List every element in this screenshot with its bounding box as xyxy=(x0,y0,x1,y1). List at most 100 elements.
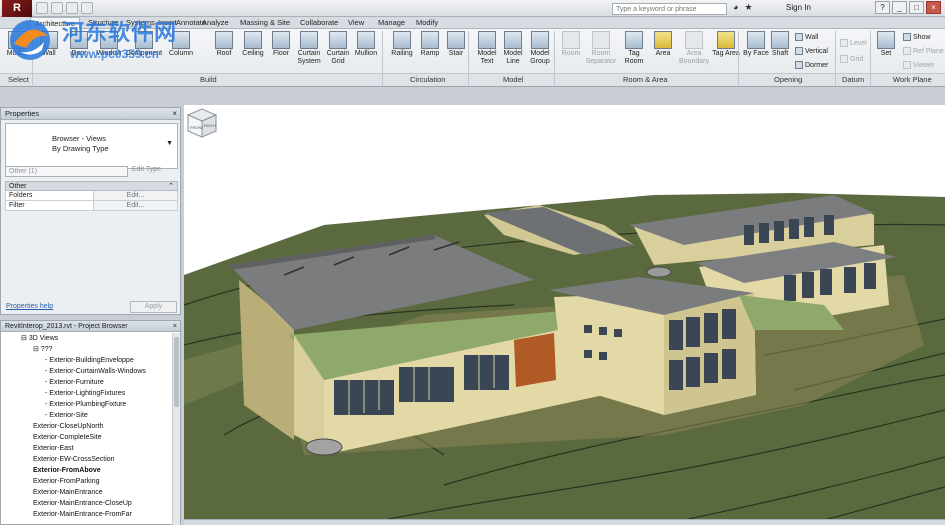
help-icon[interactable]: ? xyxy=(875,1,890,14)
shaft-button[interactable]: Shaft xyxy=(765,31,795,58)
railing-button[interactable]: Railing xyxy=(387,31,417,58)
redo-icon[interactable] xyxy=(81,2,93,14)
grid-button[interactable]: Grid xyxy=(840,55,863,63)
area-button[interactable]: Area xyxy=(648,31,678,58)
maximize-button[interactable]: □ xyxy=(909,1,924,14)
ref-plane-button[interactable]: Ref Plane xyxy=(903,47,944,55)
property-category[interactable]: Other ⌃ xyxy=(5,181,178,191)
project-browser: RevitInterop_2013.rvt - Project Browser … xyxy=(0,320,181,525)
model-text-icon xyxy=(478,31,496,49)
edit-filter-button[interactable]: Edit... xyxy=(94,201,177,210)
tab-massing-site[interactable]: Massing & Site xyxy=(236,17,294,29)
browser-tree-item[interactable]: Exterior-CompleteSite xyxy=(1,432,173,443)
browser-tree-item[interactable]: Exterior-East xyxy=(1,443,173,454)
panel-label-opening[interactable]: Opening xyxy=(774,75,802,84)
browser-tree: ⊟ 3D Views ⊟ ??? - Exterior-BuildingEnvelo… xyxy=(1,333,173,520)
browser-tree-item[interactable]: - Exterior-CurtainWalls-Windows xyxy=(1,366,173,377)
browser-tree-item[interactable]: - Exterior-PlumbingFixture xyxy=(1,399,173,410)
viewer-button[interactable]: Viewer xyxy=(903,61,934,69)
set-work-plane-button[interactable]: Set xyxy=(873,31,899,58)
scrollbar-thumb[interactable] xyxy=(174,337,179,407)
site-feature xyxy=(646,266,672,278)
undo-icon[interactable] xyxy=(66,2,78,14)
browser-tree-item[interactable]: - Exterior-BuildingEnveloppe xyxy=(1,355,173,366)
model-line-button[interactable]: Model Line xyxy=(498,31,528,66)
building-3d-model[interactable] xyxy=(184,105,945,520)
viewcube-icon[interactable]: FRONT RIGHT xyxy=(184,105,220,141)
wall-opening-button[interactable]: Wall xyxy=(795,33,818,41)
browser-tree-item[interactable]: ⊟ ??? xyxy=(1,344,173,355)
ceiling-button[interactable]: Ceiling xyxy=(238,31,268,58)
save-icon[interactable] xyxy=(51,2,63,14)
browser-tree-item[interactable]: Exterior-MainEntrance-CloseUp xyxy=(1,498,173,509)
minimize-button[interactable]: _ xyxy=(892,1,907,14)
collapse-icon[interactable]: ⊟ xyxy=(33,346,41,353)
room-icon xyxy=(562,31,580,49)
stair-button[interactable]: Stair xyxy=(441,31,471,58)
browser-tree-item[interactable]: Exterior-MainEntrance-FromFar xyxy=(1,509,173,520)
panel-label-model[interactable]: Model xyxy=(503,75,523,84)
edit-folders-button[interactable]: Edit... xyxy=(94,191,177,200)
browser-scrollbar[interactable] xyxy=(172,333,180,525)
properties-help-link[interactable]: Properties help xyxy=(6,303,53,310)
close-icon[interactable]: × xyxy=(172,109,177,118)
tab-collaborate[interactable]: Collaborate xyxy=(296,17,342,29)
tab-manage[interactable]: Manage xyxy=(374,17,409,29)
dormer-button[interactable]: Dormer xyxy=(795,61,828,69)
close-button[interactable]: × xyxy=(926,1,941,14)
browser-tree-item[interactable]: Exterior-FromAbove xyxy=(1,465,173,476)
panel-label-circulation[interactable]: Circulation xyxy=(410,75,445,84)
ceiling-label: Ceiling xyxy=(242,50,264,57)
panel-label-room-area[interactable]: Room & Area xyxy=(623,75,668,84)
browser-tree-item[interactable]: Exterior-MainEntrance xyxy=(1,487,173,498)
browser-tree-item[interactable]: Exterior-EW-CrossSection xyxy=(1,454,173,465)
sign-in-button[interactable]: Sign In xyxy=(786,3,811,12)
binoculars-icon[interactable]: ◕ xyxy=(733,2,738,13)
room-separator-button[interactable]: Room Separator xyxy=(584,31,618,66)
floor-button[interactable]: Floor xyxy=(266,31,296,58)
browser-tree-label: Exterior-MainEntrance-FromFar xyxy=(33,511,132,518)
room-button[interactable]: Room xyxy=(556,31,586,58)
mullion-button[interactable]: Mullion xyxy=(351,31,381,58)
browser-tree-item[interactable]: - Exterior-Site xyxy=(1,410,173,421)
apply-button[interactable]: Apply xyxy=(130,301,177,313)
browser-tree-item[interactable]: ⊟ 3D Views xyxy=(1,333,173,344)
tab-modify[interactable]: Modify xyxy=(412,17,442,29)
panel-label-work-plane[interactable]: Work Plane xyxy=(893,75,932,84)
tab-analyze[interactable]: Analyze xyxy=(198,17,233,29)
browser-tree-item[interactable]: - Exterior-LightingFixtures xyxy=(1,388,173,399)
vertical-opening-button[interactable]: Vertical xyxy=(795,47,828,55)
chevron-down-icon[interactable]: ▼ xyxy=(166,140,173,147)
tab-view[interactable]: View xyxy=(344,17,368,29)
area-boundary-button[interactable]: Area Boundary xyxy=(676,31,712,66)
communication-center-icon[interactable]: ★ xyxy=(744,2,752,13)
open-icon[interactable] xyxy=(36,2,48,14)
browser-tree-item[interactable]: - Exterior-Furniture xyxy=(1,377,173,388)
panel-label-select[interactable]: Select xyxy=(8,75,29,84)
project-browser-title: RevitInterop_2013.rvt - Project Browser … xyxy=(1,321,180,332)
tag-area-button[interactable]: Tag Area xyxy=(711,31,741,58)
tag-room-button[interactable]: Tag Room xyxy=(619,31,649,66)
collapse-icon[interactable]: ⌃ xyxy=(168,182,174,192)
view-canvas[interactable]: FRONT RIGHT xyxy=(184,105,945,520)
edit-type-button[interactable]: Edit Type xyxy=(132,166,161,173)
search-input[interactable]: Type a keyword or phrase xyxy=(612,3,727,15)
curtain-system-button[interactable]: Curtain System xyxy=(294,31,324,66)
fountain xyxy=(305,438,343,456)
tag-room-icon xyxy=(625,31,643,49)
instance-filter-dropdown[interactable]: Other (1) xyxy=(5,166,128,177)
browser-tree-item[interactable]: Exterior-FromParking xyxy=(1,476,173,487)
tag-area-label: Tag Area xyxy=(712,50,740,57)
browser-tree-item[interactable]: Exterior-CloseUpNorth xyxy=(1,421,173,432)
curtain-grid-button[interactable]: Curtain Grid xyxy=(323,31,353,66)
show-work-plane-button[interactable]: Show xyxy=(903,33,931,41)
vertical-label: Vertical xyxy=(805,47,828,55)
type-selector[interactable]: Browser - Views By Drawing Type ▼ xyxy=(5,123,178,169)
collapse-icon[interactable]: ⊟ xyxy=(21,335,29,342)
roof-button[interactable]: Roof xyxy=(209,31,239,58)
level-button[interactable]: Level xyxy=(840,39,867,47)
panel-label-build[interactable]: Build xyxy=(200,75,217,84)
model-group-button[interactable]: Model Group xyxy=(525,31,555,66)
panel-label-datum[interactable]: Datum xyxy=(842,75,864,84)
close-icon[interactable]: × xyxy=(173,321,177,332)
